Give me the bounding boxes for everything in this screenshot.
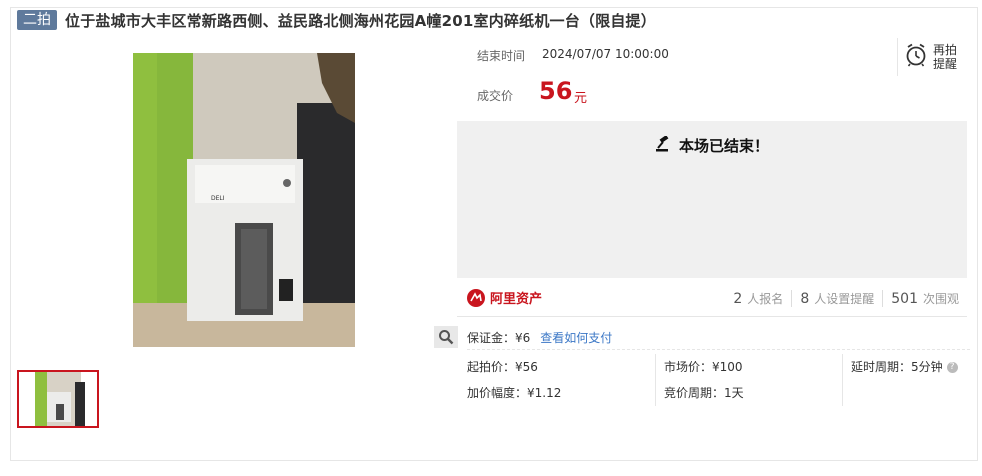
auction-details-grid: 起拍价：¥56 加价幅度：¥1.12 市场价：¥100 竞价周期：1天 延时周期…: [457, 354, 967, 414]
help-icon[interactable]: ?: [946, 362, 958, 373]
paper-shredder-thumbnail[interactable]: [17, 370, 99, 428]
stat-registered: 2 人报名: [733, 291, 784, 307]
stat-reminders: 8 人设置提醒: [791, 290, 882, 307]
details-column-3: 延时周期：5分钟?: [842, 354, 966, 406]
increment: 加价幅度：¥1.12: [467, 386, 562, 400]
round-badge: 二拍: [17, 10, 57, 30]
deal-price-label: 成交价: [477, 89, 514, 103]
how-to-pay-link[interactable]: 查看如何支付: [540, 329, 612, 346]
page-title: 位于盐城市大丰区常新路西侧、益民路北侧海州花园A幢201室内碎纸机一台（限自提）: [65, 11, 656, 30]
relist-label: 再拍提醒: [933, 43, 958, 71]
magnifier-icon[interactable]: [434, 326, 458, 348]
bid-period: 竞价周期：1天: [664, 386, 744, 400]
details-column-2: 市场价：¥100 竞价周期：1天: [655, 354, 846, 406]
shredder-brand: DELI: [211, 195, 225, 202]
deposit-row: 保证金：¥6 查看如何支付: [467, 329, 612, 346]
auction-ended-text: 本场已结束！: [678, 137, 769, 155]
delay-period-row: 延时周期：5分钟?: [851, 354, 966, 380]
paper-shredder-photo: DELI: [17, 53, 457, 347]
deposit-value: 保证金：¥6: [467, 331, 531, 345]
end-time-value: 2024/07/07 10:00:00: [542, 47, 669, 61]
alarm-clock-icon: [905, 43, 927, 71]
delay-period: 延时周期：5分钟: [851, 360, 943, 374]
end-time-label: 结束时间: [477, 49, 526, 63]
platform-stats: 阿里资产 2 人报名 8 人设置提醒 501 次围观: [457, 280, 967, 317]
title-row: 二拍 位于盐城市大丰区常新路西侧、益民路北侧海州花园A幢201室内碎纸机一台（限…: [17, 9, 656, 31]
market-price: 市场价：¥100: [664, 360, 743, 374]
gavel-icon: [655, 134, 673, 156]
main-photo[interactable]: DELI: [17, 53, 457, 347]
auction-ended-panel: 本场已结束！: [457, 121, 967, 278]
start-price: 起拍价：¥56: [467, 360, 538, 374]
deal-price-value: 56: [539, 77, 573, 105]
divider: [467, 349, 970, 350]
platform-name: 阿里资产: [490, 292, 543, 307]
relist-reminder-button[interactable]: 再拍提醒: [897, 38, 968, 76]
stats-bar: 2 人报名 8 人设置提醒 501 次围观: [725, 290, 967, 307]
deal-price-unit: 元: [574, 91, 588, 106]
stat-views: 501 次围观: [882, 290, 967, 307]
details-column-1: 起拍价：¥56 加价幅度：¥1.12: [467, 354, 655, 406]
auction-info: 结束时间 2024/07/07 10:00:00 成交价 56 元 再拍提醒: [457, 38, 967, 121]
ali-assets-logo: 阿里资产: [467, 288, 542, 307]
